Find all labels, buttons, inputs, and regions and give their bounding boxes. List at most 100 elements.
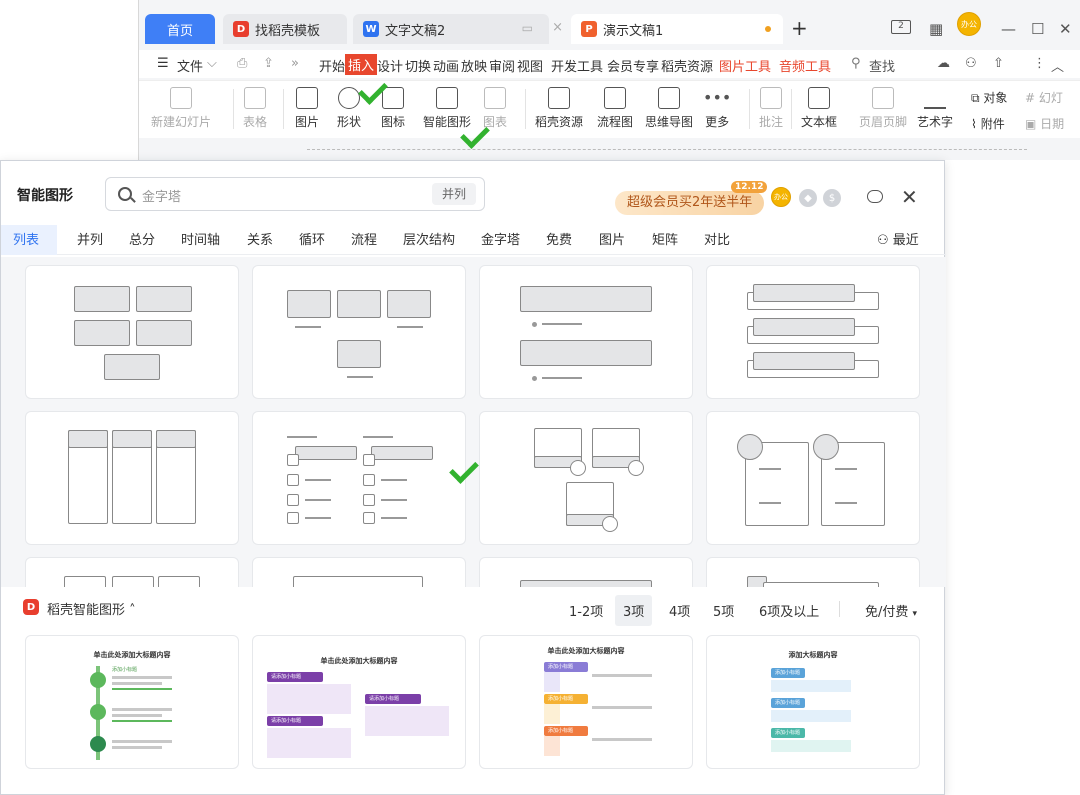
chevron-down-icon[interactable]: ⌵: [207, 56, 217, 71]
graphic-template-card[interactable]: [479, 411, 693, 545]
search-tag-chip[interactable]: 并列: [431, 183, 476, 205]
menu-slideshow[interactable]: 放映: [461, 56, 487, 75]
menu-home[interactable]: 开始: [319, 56, 345, 75]
more-button[interactable]: ••• 更多: [703, 87, 731, 130]
tab-free[interactable]: 免费: [546, 229, 572, 248]
docer-template-card[interactable]: 添加大标题内容 添加小标题 添加小标题 添加小标题: [706, 635, 920, 769]
menu-view[interactable]: 视图: [517, 56, 543, 75]
upload-icon[interactable]: ⇧: [993, 56, 1004, 71]
graphic-template-card[interactable]: [25, 265, 239, 399]
chart-button[interactable]: 图表: [483, 87, 507, 130]
tab-cycle[interactable]: 循环: [299, 229, 325, 248]
docer-template-card[interactable]: 单击此处添加大标题内容 添加小标题 添加小标题 添加小标题: [479, 635, 693, 769]
graphic-template-card[interactable]: [25, 411, 239, 545]
tab-word-doc[interactable]: W 文字文稿2 ▭ ×: [353, 14, 563, 44]
tab-presentation[interactable]: P 演示文稿1: [571, 14, 783, 44]
user-avatar[interactable]: 办公: [771, 187, 791, 207]
menu-docer-resources[interactable]: 稻壳资源: [661, 56, 713, 75]
tab-home[interactable]: 首页: [145, 14, 215, 44]
tab-matrix[interactable]: 矩阵: [652, 229, 678, 248]
date-button[interactable]: ▣ 日期: [1025, 115, 1064, 132]
save-icon[interactable]: ⎙: [237, 56, 247, 71]
mindmap-button[interactable]: 思维导图: [645, 87, 693, 130]
tab-process[interactable]: 流程: [351, 229, 377, 248]
menu-picture-tools[interactable]: 图片工具: [719, 56, 771, 75]
price-filter-dropdown[interactable]: 免/付费 ▾: [865, 601, 917, 620]
docer-template-card[interactable]: 单击此处添加大标题内容 添加小标题: [25, 635, 239, 769]
flowchart-button[interactable]: 流程图: [597, 87, 633, 130]
tab-timeline[interactable]: 时间轴: [181, 229, 220, 248]
filter-1-2-items[interactable]: 1-2项: [561, 599, 611, 622]
attachment-button[interactable]: ⌇ 附件: [971, 115, 1005, 132]
docer-section-title[interactable]: 稻壳智能图形 ˄: [47, 599, 136, 618]
graphic-template-card[interactable]: [706, 411, 920, 545]
maximize-icon[interactable]: ☐: [1031, 20, 1044, 38]
tab-picture[interactable]: 图片: [599, 229, 625, 248]
minimize-icon[interactable]: —: [1001, 20, 1016, 38]
header-footer-button[interactable]: 页眉页脚: [859, 87, 907, 130]
tab-relation[interactable]: 关系: [247, 229, 273, 248]
tab-list[interactable]: 列表: [13, 229, 39, 248]
menu-design[interactable]: 设计: [377, 56, 403, 75]
more-arrows-icon[interactable]: »: [291, 56, 299, 71]
object-button[interactable]: ⧉ 对象: [971, 89, 1007, 106]
smart-graphic-button[interactable]: 智能图形: [423, 87, 471, 130]
tab-pyramid[interactable]: 金字塔: [481, 229, 520, 248]
export-icon[interactable]: ⇪: [263, 56, 274, 71]
hamburger-icon[interactable]: ☰: [157, 56, 169, 71]
chat-bubble-icon[interactable]: [867, 190, 883, 203]
menu-audio-tools[interactable]: 音频工具: [779, 56, 831, 75]
user-avatar[interactable]: 办公: [957, 12, 981, 36]
graphic-template-card[interactable]: [706, 557, 920, 587]
filter-5-items[interactable]: 5项: [705, 599, 742, 622]
filter-4-items[interactable]: 4项: [661, 599, 698, 622]
graphic-template-card[interactable]: [479, 265, 693, 399]
menu-transition[interactable]: 切换: [405, 56, 431, 75]
docer-template-card[interactable]: 单击此处添加大标题内容 请添加小标题 请添加小标题 请添加小标题: [252, 635, 466, 769]
menu-file[interactable]: 文件: [177, 56, 203, 75]
graphic-template-card[interactable]: [706, 265, 920, 399]
search-icon[interactable]: ⚲: [851, 56, 861, 71]
filter-3-items[interactable]: 3项: [615, 595, 653, 626]
search-input[interactable]: 金字塔 并列: [105, 177, 485, 211]
menu-review[interactable]: 审阅: [489, 56, 515, 75]
menu-member[interactable]: 会员专享: [607, 56, 659, 75]
new-slide-button[interactable]: 新建幻灯片: [151, 87, 211, 130]
share-user-icon[interactable]: ⚇: [965, 56, 977, 71]
search-label[interactable]: 查找: [869, 56, 895, 75]
member-promo-banner[interactable]: 超级会员买2年送半年: [615, 191, 765, 215]
tab-docer-templates[interactable]: D 找稻壳模板: [223, 14, 347, 44]
wordart-button[interactable]: 艺术字: [917, 87, 953, 130]
close-window-icon[interactable]: ✕: [1059, 20, 1072, 38]
monitor-icon[interactable]: ▭: [522, 21, 533, 35]
cloud-sync-icon[interactable]: ☁: [937, 56, 950, 71]
graphic-template-card[interactable]: [479, 557, 693, 587]
menu-animation[interactable]: 动画: [433, 56, 459, 75]
tab-close-icon[interactable]: ×: [552, 20, 563, 35]
tab-hierarchy[interactable]: 层次结构: [403, 229, 455, 248]
graphic-template-card[interactable]: [25, 557, 239, 587]
picture-button[interactable]: 图片: [295, 87, 319, 130]
annotate-button[interactable]: 批注: [759, 87, 783, 130]
grid-apps-icon[interactable]: ▦: [929, 20, 943, 38]
recent-button[interactable]: ⚇ 最近: [877, 229, 919, 248]
filter-6-plus-items[interactable]: 6项及以上: [751, 599, 827, 622]
menu-insert[interactable]: 插入: [345, 54, 378, 75]
graphic-template-card[interactable]: [252, 557, 466, 587]
close-icon[interactable]: ✕: [901, 185, 918, 209]
docer-resources-button[interactable]: 稻壳资源: [535, 87, 583, 130]
tab-total-sub[interactable]: 总分: [129, 229, 155, 248]
tab-compare[interactable]: 对比: [704, 229, 730, 248]
icon-button[interactable]: 图标: [381, 87, 405, 130]
more-vertical-icon[interactable]: ⋮: [1033, 56, 1046, 71]
graphic-template-card[interactable]: [252, 411, 466, 545]
tab-parallel[interactable]: 并列: [77, 229, 103, 248]
graphic-template-card[interactable]: [252, 265, 466, 399]
slide-number-button[interactable]: # 幻灯: [1025, 89, 1063, 106]
textbox-button[interactable]: 文本框: [801, 87, 837, 130]
collapse-ribbon-icon[interactable]: ︿: [1051, 56, 1064, 75]
table-button[interactable]: 表格: [243, 87, 267, 130]
menu-developer[interactable]: 开发工具: [551, 56, 603, 75]
window-layout-icon[interactable]: 2: [891, 20, 911, 34]
new-tab-plus-icon[interactable]: +: [791, 18, 808, 38]
